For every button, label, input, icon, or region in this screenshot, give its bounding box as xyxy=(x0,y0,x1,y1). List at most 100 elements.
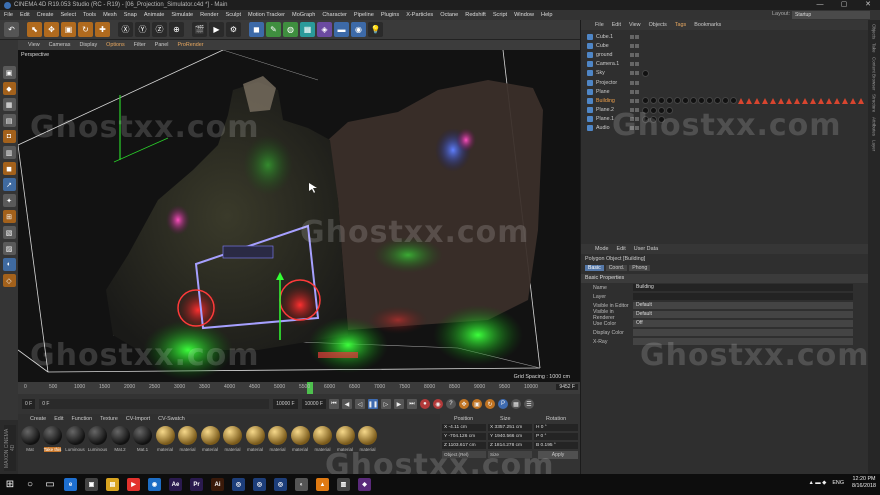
material-swatch[interactable]: material xyxy=(268,426,288,452)
viewport-menu-prorender[interactable]: ProRender xyxy=(178,42,204,48)
pos-y-field[interactable]: Y -704.126 cm xyxy=(442,432,486,440)
pause-icon[interactable]: ❚❚ xyxy=(368,399,378,409)
material-tag-icon[interactable] xyxy=(658,97,665,105)
attribute-menu-mode[interactable]: Mode xyxy=(595,246,609,252)
planar-workplane-icon[interactable]: ▨ xyxy=(2,242,16,255)
menu-tools[interactable]: Tools xyxy=(83,12,96,18)
task-view-icon[interactable]: ▭ xyxy=(40,474,60,495)
select-tool-icon[interactable]: ⬉ xyxy=(27,22,42,37)
texture-tag-icon[interactable] xyxy=(738,97,744,104)
workplane-icon[interactable]: ▤ xyxy=(2,114,16,127)
material-tag-icon[interactable] xyxy=(642,69,649,77)
visibility-flags-icon[interactable] xyxy=(630,34,642,39)
attribute-menu-edit[interactable]: Edit xyxy=(617,246,626,252)
side-tab-content-browser[interactable]: Content Browser xyxy=(872,57,877,91)
object-menu-file[interactable]: File xyxy=(595,22,604,28)
close-button[interactable]: ✕ xyxy=(856,0,880,10)
menu-script[interactable]: Script xyxy=(493,12,507,18)
menu-redshift[interactable]: Redshift xyxy=(465,12,486,18)
object-row[interactable]: Audio xyxy=(581,124,868,133)
network-icon[interactable]: ▲ ▬ ◆ xyxy=(808,480,826,486)
material-tag-icon[interactable] xyxy=(714,97,721,105)
go-to-start-icon[interactable]: ⏮ xyxy=(328,399,339,409)
camera-icon[interactable]: ◉ xyxy=(351,22,366,37)
menu-mograph[interactable]: MoGraph xyxy=(292,12,315,18)
scale-key-icon[interactable]: ▣ xyxy=(471,399,482,409)
object-menu-tags[interactable]: Tags xyxy=(675,22,686,28)
taskbar-app-icon[interactable]: Pr xyxy=(190,478,203,491)
taskbar-app-icon[interactable]: e xyxy=(64,478,77,491)
menu-x-particles[interactable]: X-Particles xyxy=(406,12,433,18)
axis-mode-icon[interactable]: ↗ xyxy=(2,178,16,191)
language-indicator[interactable]: ENG xyxy=(832,480,844,486)
menu-render[interactable]: Render xyxy=(200,12,218,18)
material-swatch[interactable]: material xyxy=(290,426,310,452)
rot-h-field[interactable]: H 0 ° xyxy=(534,423,578,431)
object-row[interactable]: Plane.2 xyxy=(581,106,868,115)
texture-tag-icon[interactable] xyxy=(786,97,792,104)
size-x-field[interactable]: X 3357.251 cm xyxy=(488,423,532,431)
menu-simulate[interactable]: Simulate xyxy=(171,12,193,18)
texture-tag-icon[interactable] xyxy=(746,97,752,104)
taskbar-app-icon[interactable]: ▶ xyxy=(127,478,140,491)
size-y-field[interactable]: Y 1940.566 cm xyxy=(488,432,532,440)
object-row[interactable]: Cube.1 xyxy=(581,32,868,41)
object-row[interactable]: Plane.1 xyxy=(581,115,868,124)
texture-tag-icon[interactable] xyxy=(794,97,800,104)
material-tag-icon[interactable] xyxy=(650,97,657,105)
y-axis-icon[interactable]: Ⓨ xyxy=(135,22,150,37)
apply-button[interactable]: Apply xyxy=(538,451,578,459)
render-view-icon[interactable]: 🎬 xyxy=(192,22,207,37)
material-tag-icon[interactable] xyxy=(650,106,657,114)
object-row[interactable]: Plane xyxy=(581,87,868,96)
attribute-value-field[interactable]: Building xyxy=(633,284,853,291)
coordinate-system-icon[interactable]: ⊕ xyxy=(169,22,184,37)
taskbar-app-icon[interactable]: Ae xyxy=(169,478,182,491)
max-frame-field[interactable]: 10000 F xyxy=(301,399,326,409)
locked-workplane-icon[interactable]: ▧ xyxy=(2,226,16,239)
search-icon[interactable]: ○ xyxy=(20,474,40,495)
object-row[interactable]: Cube xyxy=(581,41,868,50)
material-tag-icon[interactable] xyxy=(722,97,729,105)
taskbar-app-icon[interactable]: ▤ xyxy=(106,478,119,491)
material-swatch[interactable]: Luminous xyxy=(65,426,85,452)
material-tag-icon[interactable] xyxy=(666,106,673,114)
pos-z-field[interactable]: Z 1103.617 cm xyxy=(442,441,486,449)
attribute-value-field[interactable]: Off xyxy=(633,320,853,327)
attribute-value-field[interactable]: Default xyxy=(633,311,853,318)
visibility-flags-icon[interactable] xyxy=(630,62,642,67)
material-swatch[interactable]: material xyxy=(313,426,333,452)
go-to-end-icon[interactable]: ⏭ xyxy=(406,399,417,409)
position-key-icon[interactable]: ✥ xyxy=(458,399,469,409)
menu-file[interactable]: File xyxy=(4,12,13,18)
texture-tag-icon[interactable] xyxy=(842,97,848,104)
visibility-flags-icon[interactable] xyxy=(630,52,642,57)
next-key-icon[interactable]: ▶ xyxy=(393,399,404,409)
side-tab-layer[interactable]: Layer xyxy=(872,140,877,151)
visibility-flags-icon[interactable] xyxy=(630,80,642,85)
coord-mode-select[interactable]: Object (Rel) xyxy=(442,451,486,458)
texture-tag-icon[interactable] xyxy=(802,97,808,104)
soft-selection-icon[interactable]: ◇ xyxy=(2,274,16,287)
object-row[interactable]: Building xyxy=(581,96,868,105)
autokey-icon[interactable]: ◉ xyxy=(432,399,443,409)
material-swatch[interactable]: material xyxy=(358,426,378,452)
material-tag-icon[interactable] xyxy=(658,115,665,123)
visibility-flags-icon[interactable] xyxy=(630,89,642,94)
move-tool-icon[interactable]: ✥ xyxy=(44,22,59,37)
menu-mesh[interactable]: Mesh xyxy=(103,12,117,18)
taskbar-app-icon[interactable]: Ai xyxy=(211,478,224,491)
taskbar-app-icon[interactable]: ▥ xyxy=(337,478,350,491)
viewport-perspective[interactable]: Perspective Grid Spacing : 1000 cm xyxy=(18,50,580,382)
nurbs-icon[interactable]: ◍ xyxy=(283,22,298,37)
attribute-value-field[interactable]: Default xyxy=(633,302,853,309)
material-tag-icon[interactable] xyxy=(690,97,697,105)
side-tab-attributes[interactable]: Attributes xyxy=(872,117,877,136)
render-settings-icon[interactable]: ⚙ xyxy=(226,22,241,37)
object-menu-objects[interactable]: Objects xyxy=(649,22,667,28)
viewport-menu-cameras[interactable]: Cameras xyxy=(49,42,71,48)
material-tag-icon[interactable] xyxy=(698,97,705,105)
start-frame-field[interactable]: 0 F xyxy=(22,399,36,409)
menu-plugins[interactable]: Plugins xyxy=(381,12,399,18)
menu-character[interactable]: Character xyxy=(322,12,347,18)
